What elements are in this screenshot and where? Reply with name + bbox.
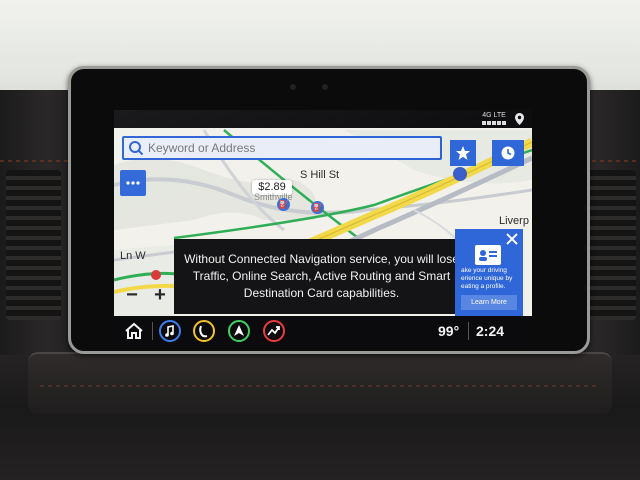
infotainment-screen: 4G LTE S Hill St $2.89 Smithville ⛽ ⛽ bbox=[114, 110, 532, 316]
outside-temperature: 99° bbox=[438, 323, 460, 339]
street-label: Ln W bbox=[120, 250, 146, 262]
trend-arrow-icon[interactable] bbox=[262, 319, 286, 343]
bottom-system-bar: 99° 2:24 bbox=[114, 316, 532, 346]
zoom-in-button[interactable]: + bbox=[154, 284, 166, 307]
phone-icon[interactable] bbox=[192, 319, 216, 343]
divider bbox=[468, 322, 469, 340]
promo-text: ake your driving erience unique by eatin… bbox=[461, 267, 513, 290]
music-note-icon[interactable] bbox=[158, 319, 182, 343]
shelf-stitching bbox=[40, 385, 600, 387]
zoom-controls: − + bbox=[118, 282, 174, 308]
dashboard-shelf bbox=[28, 352, 612, 414]
place-label: Liverp bbox=[499, 215, 529, 227]
street-label: S Hill St bbox=[300, 169, 340, 181]
learn-more-button[interactable]: Learn More bbox=[461, 295, 517, 310]
bezel-sensor bbox=[322, 84, 328, 90]
close-icon[interactable] bbox=[504, 231, 520, 247]
recent-destinations-button[interactable] bbox=[492, 140, 524, 166]
ellipsis-icon bbox=[126, 181, 140, 185]
star-icon bbox=[456, 146, 470, 160]
signal-bars-icon bbox=[482, 121, 506, 125]
status-bar: 4G LTE bbox=[114, 110, 532, 128]
more-options-button[interactable] bbox=[120, 170, 146, 196]
profile-promo-card[interactable]: ake your driving erience unique by eatin… bbox=[455, 229, 523, 316]
notice-line: Traffic, Online Search, Active Routing a… bbox=[192, 269, 451, 283]
profile-card-icon bbox=[475, 245, 501, 265]
connected-navigation-notice[interactable]: Without Connected Navigation service, yo… bbox=[174, 239, 469, 314]
notice-line: Destination Card capabilities. bbox=[243, 286, 400, 300]
gas-station-icon[interactable]: ⛽ bbox=[277, 198, 290, 211]
notice-line: Without Connected Navigation service, yo… bbox=[184, 252, 459, 266]
network-label: 4G LTE bbox=[482, 112, 506, 119]
search-icon bbox=[129, 141, 144, 156]
clock-icon bbox=[501, 146, 515, 160]
search-bar[interactable] bbox=[122, 136, 442, 160]
zoom-out-button[interactable]: − bbox=[126, 284, 138, 307]
gas-station-icon[interactable]: ⛽ bbox=[311, 201, 324, 214]
clock-time: 2:24 bbox=[476, 323, 505, 339]
home-icon[interactable] bbox=[122, 319, 146, 343]
search-input[interactable] bbox=[146, 141, 426, 155]
network-indicator: 4G LTE bbox=[482, 112, 506, 125]
favorites-button[interactable] bbox=[450, 140, 476, 166]
location-pin-icon bbox=[515, 113, 524, 125]
divider bbox=[152, 322, 153, 340]
navigation-arrow-icon[interactable] bbox=[227, 319, 251, 343]
left-air-vent bbox=[6, 170, 61, 320]
bezel-sensor bbox=[290, 84, 296, 90]
